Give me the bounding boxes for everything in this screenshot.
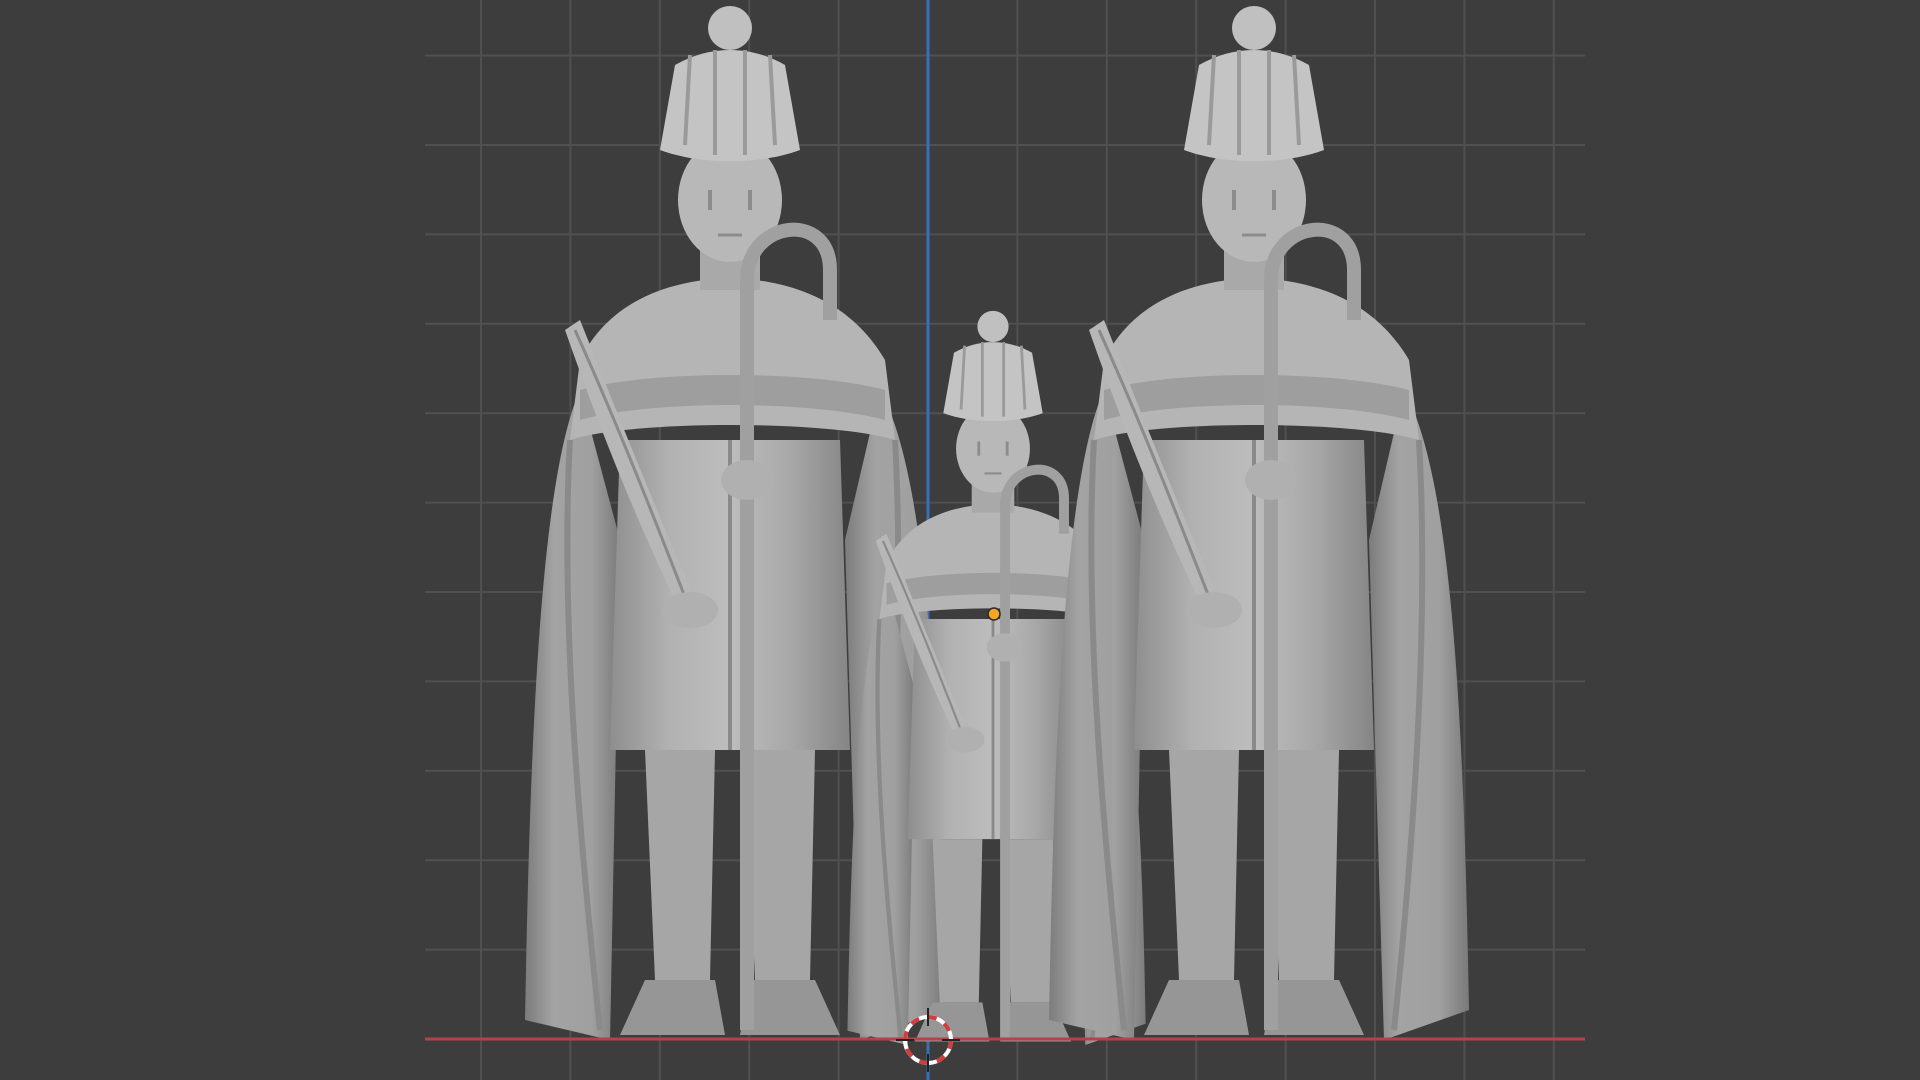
viewport-canvas[interactable]: [0, 0, 1920, 1080]
shepherd-figure-right[interactable]: [1049, 6, 1469, 1040]
3d-viewport[interactable]: [0, 0, 1920, 1080]
object-origin-icon[interactable]: [987, 607, 1001, 621]
